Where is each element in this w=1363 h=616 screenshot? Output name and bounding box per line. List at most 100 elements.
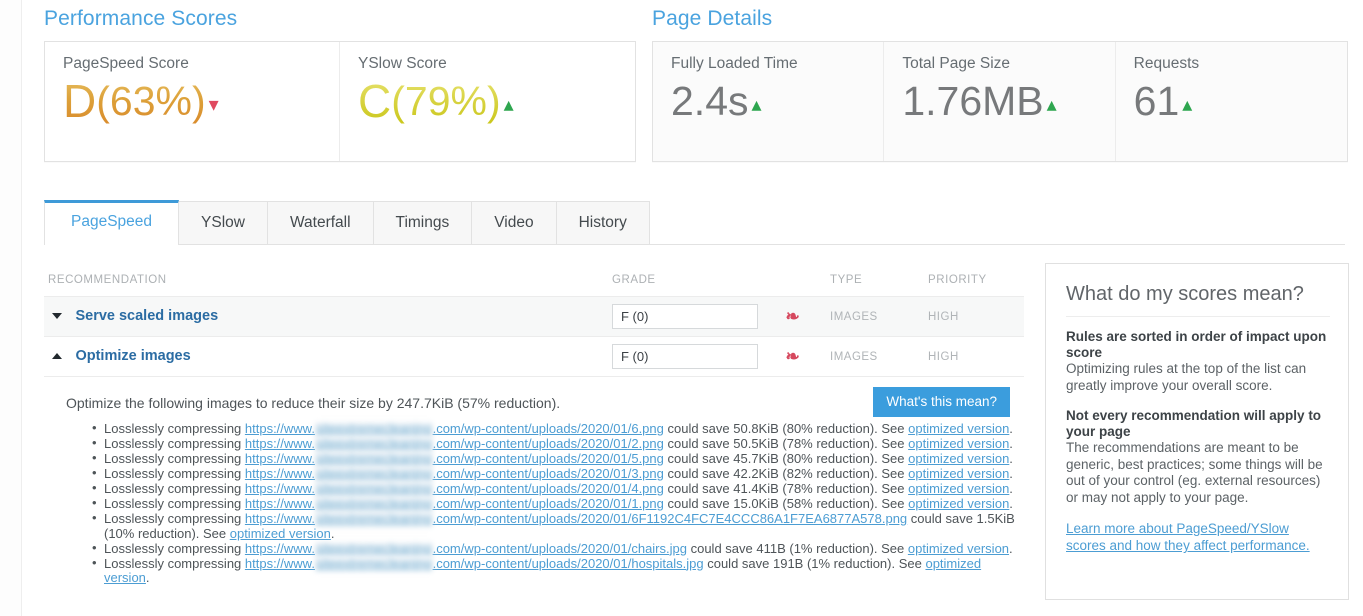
item-savings-text: could save 191B (1% reduction). See [703, 555, 926, 571]
left-gutter [23, 0, 44, 616]
optimization-items-list: Losslessly compressing https://www.sitee… [44, 421, 1024, 586]
recommendation-link[interactable]: Serve scaled images [75, 308, 218, 324]
list-item: Losslessly compressing https://www.sitee… [92, 496, 1024, 512]
optimized-version-link[interactable]: optimized version [908, 481, 1009, 496]
total-page-size-value: 1.76MB [902, 78, 1044, 124]
fully-loaded-time-label: Fully Loaded Time [671, 55, 798, 72]
table-row[interactable]: Optimize images F (0) ❧ IMAGES HIGH [44, 337, 1024, 377]
pagespeed-score-label: PageSpeed Score [63, 55, 189, 72]
url-path: .com/wp-content/uploads/2020/01/1.png [432, 496, 664, 511]
requests-card[interactable]: Requests 61 ▴ [1116, 42, 1347, 161]
optimized-version-link[interactable]: optimized version [908, 451, 1009, 466]
left-rail [0, 0, 22, 616]
list-item: Losslessly compressing https://www.sitee… [92, 451, 1024, 467]
resource-url-link[interactable]: https://www.siteextremecleaning.com/wp-c… [245, 541, 687, 556]
resource-url-link[interactable]: https://www.siteextremecleaning.com/wp-c… [245, 436, 664, 452]
redacted-domain: siteextremecleaning [314, 481, 433, 497]
item-tail: . [330, 525, 335, 541]
tab-yslow[interactable]: YSlow [178, 201, 268, 245]
item-tail: . [1009, 436, 1013, 451]
url-scheme-host: https://www. [244, 466, 315, 481]
optimized-version-link[interactable]: optimized version [908, 421, 1009, 436]
grade-trend-down-icon: ❧ [785, 306, 800, 326]
resource-url-link[interactable]: https://www.siteextremecleaning.com/wp-c… [245, 451, 664, 467]
fully-loaded-time-card[interactable]: Fully Loaded Time 2.4s ▴ [653, 42, 885, 161]
item-prefix: Losslessly compressing [104, 540, 245, 556]
resource-url-link[interactable]: https://www.siteextremecleaning.com/wp-c… [244, 421, 664, 437]
redacted-domain: siteextremecleaning [314, 555, 433, 571]
pagespeed-grade-percent: (63%) [96, 75, 205, 127]
whats-this-mean-button[interactable]: What's this mean? [873, 387, 1010, 417]
performance-scores-heading: Performance Scores [44, 7, 238, 30]
trend-up-icon: ▴ [751, 94, 762, 116]
item-savings-text: could save 41.4KiB (78% reduction). See [663, 481, 909, 496]
table-row[interactable]: Serve scaled images F (0) ❧ IMAGES HIGH [44, 297, 1024, 337]
item-savings-text: could save 50.5KiB (78% reduction). See [663, 436, 909, 451]
trend-up-icon: ▴ [1182, 94, 1193, 116]
yslow-grade-letter: C [358, 75, 392, 127]
redacted-domain: siteextremecleaning [314, 466, 433, 482]
url-path: .com/wp-content/uploads/2020/01/chairs.j… [432, 540, 687, 556]
recommendation-link[interactable]: Optimize images [75, 348, 190, 364]
yslow-score-card[interactable]: YSlow Score C (79%) ▴ [340, 42, 635, 161]
resource-url-link[interactable]: https://www.siteextremecleaning.com/wp-c… [245, 496, 664, 512]
redacted-domain: siteextremecleaning [314, 496, 433, 512]
resource-url-link[interactable]: https://www.siteextremecleaning.com/wp-c… [244, 466, 664, 482]
recommendation-cell[interactable]: Optimize images [44, 348, 612, 366]
info-section-body: The recommendations are meant to be gene… [1066, 440, 1323, 505]
item-tail: . [145, 570, 150, 585]
item-prefix: Losslessly compressing [104, 481, 245, 496]
fully-loaded-time-value: 2.4s [671, 78, 749, 124]
optimized-version-link[interactable]: optimized version [908, 541, 1009, 556]
url-path: .com/wp-content/uploads/2020/01/2.png [432, 436, 664, 451]
pagespeed-score-card[interactable]: PageSpeed Score D (63%) ▾ [45, 42, 340, 161]
item-savings-text: could save 15.0KiB (58% reduction). See [663, 496, 909, 511]
list-item: Losslessly compressing https://www.sitee… [92, 466, 1024, 482]
url-path: .com/wp-content/uploads/2020/01/6F1192C4… [432, 511, 908, 526]
total-page-size-card[interactable]: Total Page Size 1.76MB ▴ [884, 42, 1116, 161]
item-prefix: Losslessly compressing [104, 555, 245, 571]
item-savings-text: could save 50.8KiB (80% reduction). See [663, 421, 909, 436]
requests-label: Requests [1133, 55, 1200, 72]
info-section-heading: Rules are sorted in order of impact upon… [1066, 329, 1327, 360]
fully-loaded-time-value-wrap: 2.4s ▴ [671, 75, 865, 127]
tab-waterfall[interactable]: Waterfall [266, 201, 374, 245]
optimize-images-detail: Optimize the following images to reduce … [44, 377, 1024, 586]
chevron-up-icon[interactable] [52, 353, 62, 360]
column-header-priority: PRIORITY [928, 273, 987, 286]
item-prefix: Losslessly compressing [104, 496, 245, 511]
tab-timings[interactable]: Timings [372, 201, 473, 245]
info-panel-title: What do my scores mean? [1066, 282, 1330, 317]
learn-more-link[interactable]: Learn more about PageSpeed/YSlow scores … [1066, 520, 1330, 554]
info-section-body: Optimizing rules at the top of the list … [1066, 361, 1307, 393]
grade-input[interactable]: F (0) [612, 344, 758, 369]
recommendations-table: RECOMMENDATION GRADE TYPE PRIORITY Serve… [44, 263, 1024, 586]
redacted-domain: siteextremecleaning [314, 436, 433, 452]
url-scheme-host: https://www. [244, 481, 315, 496]
priority-cell: HIGH [928, 310, 959, 323]
redacted-domain: siteextremecleaning [314, 511, 433, 527]
optimized-version-link[interactable]: optimized version [230, 526, 331, 541]
optimized-version-link[interactable]: optimized version [908, 436, 1009, 451]
url-path: .com/wp-content/uploads/2020/01/6.png [432, 421, 664, 436]
item-prefix: Losslessly compressing [104, 511, 245, 526]
resource-url-link[interactable]: https://www.siteextremecleaning.com/wp-c… [245, 511, 908, 527]
column-header-type: TYPE [830, 273, 863, 286]
tab-video[interactable]: Video [471, 201, 557, 245]
resource-url-link[interactable]: https://www.siteextremecleaning.com/wp-c… [244, 481, 664, 497]
recommendation-cell[interactable]: Serve scaled images [44, 308, 612, 326]
type-cell: IMAGES [830, 350, 878, 363]
item-prefix: Losslessly compressing [104, 451, 245, 466]
grade-input[interactable]: F (0) [612, 304, 758, 329]
optimized-version-link[interactable]: optimized version [908, 466, 1009, 481]
resource-url-link[interactable]: https://www.siteextremecleaning.com/wp-c… [245, 556, 704, 571]
grade-cell: F (0) ❧ [612, 304, 830, 329]
chevron-down-icon[interactable] [52, 313, 62, 320]
pagespeed-grade-letter: D [63, 75, 97, 127]
optimized-version-link[interactable]: optimized version [908, 496, 1009, 511]
tab-pagespeed[interactable]: PageSpeed [44, 200, 180, 245]
url-scheme-host: https://www. [244, 421, 315, 436]
grade-cell: F (0) ❧ [612, 344, 830, 369]
tab-history[interactable]: History [555, 201, 650, 245]
item-tail: . [1009, 451, 1013, 466]
